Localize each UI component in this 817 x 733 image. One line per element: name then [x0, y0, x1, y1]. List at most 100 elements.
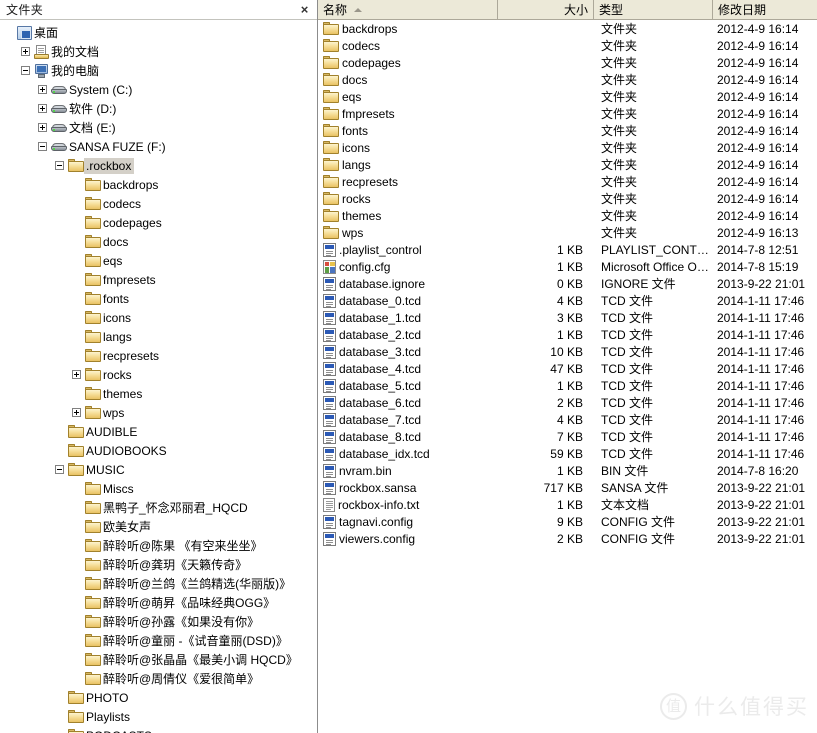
tree-node[interactable]: Miscs — [0, 479, 317, 498]
file-list-row[interactable]: rockbox-info.txt 1 KB 文本文档 2013-9-22 21:01 — [318, 496, 817, 513]
file-list-row[interactable]: codecs 文件夹 2012-4-9 16:14 — [318, 37, 817, 54]
file-type-cell: PLAYLIST_CONTRO... — [601, 242, 713, 257]
tree-node[interactable]: Playlists — [0, 707, 317, 726]
file-list-row[interactable]: database_7.tcd 4 KB TCD 文件 2014-1-11 17:46 — [318, 411, 817, 428]
collapse-icon[interactable] — [55, 465, 64, 474]
collapse-icon[interactable] — [21, 66, 30, 75]
file-list-row[interactable]: nvram.bin 1 KB BIN 文件 2014-7-8 16:20 — [318, 462, 817, 479]
folder-tree[interactable]: 桌面 我的文档 我的电脑 System (C:) 软件 (D:) 文档 (E:) SANSA… — [0, 20, 317, 733]
expand-icon[interactable] — [72, 370, 81, 379]
tree-node[interactable]: MUSIC — [0, 460, 317, 479]
tree-node[interactable]: 醉聆听@兰鸽《兰鸽精选(华丽版)》 — [0, 574, 317, 593]
tree-node[interactable]: 醉聆听@陈果 《有空来坐坐》 — [0, 536, 317, 555]
tree-node[interactable]: themes — [0, 384, 317, 403]
tree-node[interactable]: 欧美女声 — [0, 517, 317, 536]
file-name-cell: recpresets — [318, 175, 498, 189]
tree-node[interactable]: 醉聆听@张晶晶《最美小调 HQCD》 — [0, 650, 317, 669]
tree-node[interactable]: 我的电脑 — [0, 61, 317, 80]
tree-node[interactable]: 软件 (D:) — [0, 99, 317, 118]
tree-node[interactable]: 我的文档 — [0, 42, 317, 61]
column-header-size[interactable]: 大小 — [498, 0, 594, 19]
file-list-row[interactable]: database_idx.tcd 59 KB TCD 文件 2014-1-11 17:… — [318, 445, 817, 462]
file-list-row[interactable]: icons 文件夹 2012-4-9 16:14 — [318, 139, 817, 156]
file-list-row[interactable]: database_2.tcd 1 KB TCD 文件 2014-1-11 17:46 — [318, 326, 817, 343]
tree-node[interactable]: 桌面 — [0, 23, 317, 42]
tree-node-label: icons — [103, 310, 132, 325]
tree-node[interactable]: eqs — [0, 251, 317, 270]
file-list-row[interactable]: database_6.tcd 2 KB TCD 文件 2014-1-11 17:46 — [318, 394, 817, 411]
file-name-label: langs — [342, 157, 371, 172]
tree-node[interactable]: wps — [0, 403, 317, 422]
tree-node[interactable]: 醉聆听@童丽 -《试音童丽(DSD)》 — [0, 631, 317, 650]
file-name-cell: database_7.tcd — [318, 412, 498, 427]
tree-node[interactable]: 醉聆听@周倩仪《爱很简单》 — [0, 669, 317, 688]
file-list-row[interactable]: wps 文件夹 2012-4-9 16:13 — [318, 224, 817, 241]
tree-node[interactable]: SANSA FUZE (F:) — [0, 137, 317, 156]
tree-node[interactable]: langs — [0, 327, 317, 346]
file-list-row[interactable]: database_5.tcd 1 KB TCD 文件 2014-1-11 17:46 — [318, 377, 817, 394]
file-list-row[interactable]: fonts 文件夹 2012-4-9 16:14 — [318, 122, 817, 139]
file-icon — [323, 361, 336, 376]
file-list-row[interactable]: docs 文件夹 2012-4-9 16:14 — [318, 71, 817, 88]
tree-node[interactable]: .rockbox — [0, 156, 317, 175]
file-icon — [323, 242, 336, 257]
collapse-icon[interactable] — [55, 161, 64, 170]
file-list-row[interactable]: fmpresets 文件夹 2012-4-9 16:14 — [318, 105, 817, 122]
column-header-type[interactable]: 类型 — [594, 0, 713, 19]
tree-node[interactable]: backdrops — [0, 175, 317, 194]
column-header-date[interactable]: 修改日期 — [713, 0, 817, 19]
file-name-label: icons — [342, 140, 371, 155]
tree-node[interactable]: 醉聆听@龚玥《天籁传奇》 — [0, 555, 317, 574]
tree-node[interactable]: recpresets — [0, 346, 317, 365]
tree-node[interactable]: 醉聆听@萌昇《品味经典OGG》 — [0, 593, 317, 612]
tree-node[interactable]: PODCASTS — [0, 726, 317, 733]
drive-icon — [51, 122, 67, 134]
folder-icon — [85, 330, 101, 343]
tree-node[interactable]: codecs — [0, 194, 317, 213]
file-list-row[interactable]: tagnavi.config 9 KB CONFIG 文件 2013-9-22 21:… — [318, 513, 817, 530]
tree-node[interactable]: 黑鸭子_怀念邓丽君_HQCD — [0, 498, 317, 517]
file-list-row[interactable]: config.cfg 1 KB Microsoft Office Ou... 2014… — [318, 258, 817, 275]
file-list-row[interactable]: database_4.tcd 47 KB TCD 文件 2014-1-11 17:46 — [318, 360, 817, 377]
file-list-row[interactable]: codepages 文件夹 2012-4-9 16:14 — [318, 54, 817, 71]
close-icon[interactable]: × — [297, 2, 312, 17]
tree-node[interactable]: 醉聆听@孙露《如果没有你》 — [0, 612, 317, 631]
file-list-row[interactable]: database_1.tcd 3 KB TCD 文件 2014-1-11 17:46 — [318, 309, 817, 326]
tree-node-label: 醉聆听@龚玥《天籁传奇》 — [103, 557, 248, 572]
file-list-row[interactable]: langs 文件夹 2012-4-9 16:14 — [318, 156, 817, 173]
file-list-row[interactable]: backdrops 文件夹 2012-4-9 16:14 — [318, 20, 817, 37]
file-list-row[interactable]: themes 文件夹 2012-4-9 16:14 — [318, 207, 817, 224]
tree-node[interactable]: rocks — [0, 365, 317, 384]
tree-node[interactable]: AUDIBLE — [0, 422, 317, 441]
explorer-window: 文件夹 × 桌面 我的文档 我的电脑 System (C:) 软件 (D:) 文档 (E:… — [0, 0, 817, 733]
expand-icon[interactable] — [72, 408, 81, 417]
tree-node[interactable]: 文档 (E:) — [0, 118, 317, 137]
file-list-row[interactable]: recpresets 文件夹 2012-4-9 16:14 — [318, 173, 817, 190]
file-list-row[interactable]: database_3.tcd 10 KB TCD 文件 2014-1-11 17:46 — [318, 343, 817, 360]
file-list-rows[interactable]: backdrops 文件夹 2012-4-9 16:14 codecs 文件夹 2012-… — [318, 20, 817, 733]
collapse-icon[interactable] — [38, 142, 47, 151]
file-list-row[interactable]: database_0.tcd 4 KB TCD 文件 2014-1-11 17:46 — [318, 292, 817, 309]
file-list-row[interactable]: rocks 文件夹 2012-4-9 16:14 — [318, 190, 817, 207]
file-list-row[interactable]: eqs 文件夹 2012-4-9 16:14 — [318, 88, 817, 105]
file-list-row[interactable]: database_8.tcd 7 KB TCD 文件 2014-1-11 17:46 — [318, 428, 817, 445]
column-header-name[interactable]: 名称 — [318, 0, 498, 19]
file-list-row[interactable]: rockbox.sansa 717 KB SANSA 文件 2013-9-22 21:… — [318, 479, 817, 496]
expand-icon[interactable] — [21, 47, 30, 56]
tree-node[interactable]: docs — [0, 232, 317, 251]
tree-node[interactable]: icons — [0, 308, 317, 327]
tree-node[interactable]: AUDIOBOOKS — [0, 441, 317, 460]
expand-icon[interactable] — [38, 85, 47, 94]
tree-node[interactable]: codepages — [0, 213, 317, 232]
tree-node[interactable]: System (C:) — [0, 80, 317, 99]
file-type-cell: CONFIG 文件 — [601, 532, 675, 546]
tree-node[interactable]: fonts — [0, 289, 317, 308]
file-list-row[interactable]: viewers.config 2 KB CONFIG 文件 2013-9-22 21:… — [318, 530, 817, 547]
file-list-row[interactable]: database.ignore 0 KB IGNORE 文件 2013-9-22 21… — [318, 275, 817, 292]
tree-node[interactable]: PHOTO — [0, 688, 317, 707]
expand-icon[interactable] — [38, 123, 47, 132]
expand-icon[interactable] — [38, 104, 47, 113]
tree-node[interactable]: fmpresets — [0, 270, 317, 289]
file-list-row[interactable]: .playlist_control 1 KB PLAYLIST_CONTRO... 2… — [318, 241, 817, 258]
